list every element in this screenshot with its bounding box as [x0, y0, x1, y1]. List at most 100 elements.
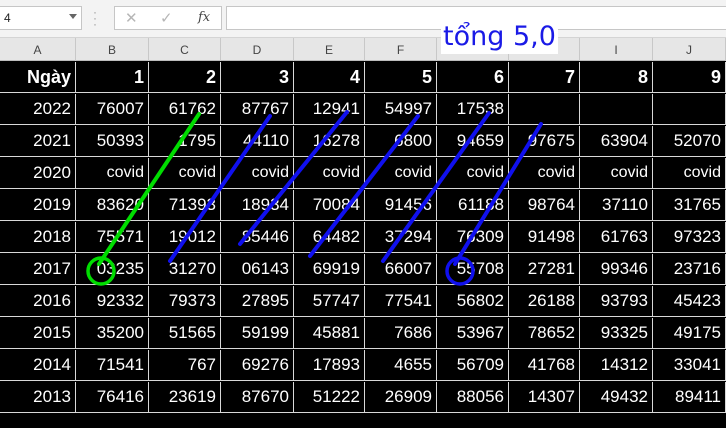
year-cell[interactable]: 2019 — [0, 190, 76, 221]
chevron-down-icon[interactable] — [69, 14, 77, 19]
year-cell[interactable]: 2016 — [0, 286, 76, 317]
value-cell[interactable]: 17893 — [294, 350, 365, 381]
year-cell[interactable]: 2013 — [0, 382, 76, 413]
value-cell[interactable]: 45881 — [294, 318, 365, 349]
value-cell[interactable]: 52070 — [653, 126, 726, 157]
value-cell[interactable]: 85446 — [221, 222, 294, 253]
value-cell[interactable]: 31765 — [653, 190, 726, 221]
header-cell-day[interactable]: 5 — [365, 62, 437, 93]
value-cell[interactable]: 97323 — [653, 222, 726, 253]
year-cell[interactable]: 2021 — [0, 126, 76, 157]
value-cell[interactable]: covid — [509, 158, 580, 189]
value-cell[interactable] — [580, 94, 653, 125]
value-cell[interactable]: 767 — [149, 350, 221, 381]
year-cell[interactable]: 2015 — [0, 318, 76, 349]
value-cell[interactable]: 77541 — [365, 286, 437, 317]
value-cell[interactable]: covid — [437, 158, 509, 189]
column-header-i[interactable]: I — [580, 38, 653, 61]
column-header-e[interactable]: E — [294, 38, 365, 61]
value-cell[interactable]: 57747 — [294, 286, 365, 317]
year-cell[interactable]: 2022 — [0, 94, 76, 125]
value-cell[interactable]: covid — [76, 158, 149, 189]
drag-handle-icon[interactable]: · · · — [92, 6, 98, 30]
header-cell-day[interactable]: 1 — [76, 62, 149, 93]
header-cell-ngay[interactable]: Ngày — [0, 62, 76, 93]
value-cell[interactable] — [509, 94, 580, 125]
value-cell[interactable]: 37294 — [365, 222, 437, 253]
value-cell[interactable]: covid — [365, 158, 437, 189]
value-cell[interactable]: 93325 — [580, 318, 653, 349]
year-cell[interactable]: 2020 — [0, 158, 76, 189]
value-cell[interactable]: 76309 — [437, 222, 509, 253]
year-cell[interactable]: 2018 — [0, 222, 76, 253]
value-cell[interactable]: 50393 — [76, 126, 149, 157]
value-cell[interactable]: 56709 — [437, 350, 509, 381]
value-cell[interactable]: 54997 — [365, 94, 437, 125]
value-cell[interactable]: 1795 — [149, 126, 221, 157]
value-cell[interactable] — [653, 94, 726, 125]
value-cell[interactable]: 51222 — [294, 382, 365, 413]
value-cell[interactable]: 16278 — [294, 126, 365, 157]
value-cell[interactable]: 31270 — [149, 254, 221, 285]
value-cell[interactable]: 51565 — [149, 318, 221, 349]
header-cell-day[interactable]: 3 — [221, 62, 294, 93]
value-cell[interactable]: 06143 — [221, 254, 294, 285]
value-cell[interactable]: 37110 — [580, 190, 653, 221]
value-cell[interactable]: 61762 — [149, 94, 221, 125]
value-cell[interactable]: 76007 — [76, 94, 149, 125]
value-cell[interactable]: 61188 — [437, 190, 509, 221]
value-cell[interactable]: 69276 — [221, 350, 294, 381]
value-cell[interactable]: 99346 — [580, 254, 653, 285]
value-cell[interactable]: 97675 — [509, 126, 580, 157]
value-cell[interactable]: 98764 — [509, 190, 580, 221]
value-cell[interactable]: 27281 — [509, 254, 580, 285]
value-cell[interactable]: 45423 — [653, 286, 726, 317]
value-cell[interactable]: 75571 — [76, 222, 149, 253]
value-cell[interactable]: 87767 — [221, 94, 294, 125]
year-cell[interactable]: 2017 — [0, 254, 76, 285]
column-header-c[interactable]: C — [149, 38, 221, 61]
value-cell[interactable]: 23619 — [149, 382, 221, 413]
header-cell-day[interactable]: 9 — [653, 62, 726, 93]
column-header-d[interactable]: D — [221, 38, 294, 61]
value-cell[interactable]: covid — [653, 158, 726, 189]
value-cell[interactable]: 49432 — [580, 382, 653, 413]
value-cell[interactable]: 83620 — [76, 190, 149, 221]
value-cell[interactable]: 91456 — [365, 190, 437, 221]
value-cell[interactable]: 26188 — [509, 286, 580, 317]
value-cell[interactable]: 78652 — [509, 318, 580, 349]
name-box[interactable]: 4 — [0, 6, 82, 30]
column-header-j[interactable]: J — [653, 38, 726, 61]
value-cell[interactable]: 26909 — [365, 382, 437, 413]
value-cell[interactable]: 14312 — [580, 350, 653, 381]
header-cell-day[interactable]: 8 — [580, 62, 653, 93]
value-cell[interactable]: 18934 — [221, 190, 294, 221]
value-cell[interactable]: 03235 — [76, 254, 149, 285]
value-cell[interactable]: 94659 — [437, 126, 509, 157]
value-cell[interactable]: covid — [221, 158, 294, 189]
value-cell[interactable]: covid — [294, 158, 365, 189]
value-cell[interactable]: 35200 — [76, 318, 149, 349]
value-cell[interactable]: 56802 — [437, 286, 509, 317]
value-cell[interactable]: 91498 — [509, 222, 580, 253]
value-cell[interactable]: covid — [149, 158, 221, 189]
value-cell[interactable]: 92332 — [76, 286, 149, 317]
header-cell-day[interactable]: 6 — [437, 62, 509, 93]
cancel-icon[interactable]: ✕ — [125, 9, 138, 27]
value-cell[interactable]: 71393 — [149, 190, 221, 221]
header-cell-day[interactable]: 4 — [294, 62, 365, 93]
value-cell[interactable]: 64482 — [294, 222, 365, 253]
column-header-f[interactable]: F — [365, 38, 437, 61]
value-cell[interactable]: 53967 — [437, 318, 509, 349]
value-cell[interactable]: 6800 — [365, 126, 437, 157]
value-cell[interactable]: 17538 — [437, 94, 509, 125]
value-cell[interactable]: 69919 — [294, 254, 365, 285]
year-cell[interactable]: 2014 — [0, 350, 76, 381]
value-cell[interactable]: covid — [580, 158, 653, 189]
insert-function-icon[interactable]: fx — [198, 10, 210, 25]
value-cell[interactable]: 49175 — [653, 318, 726, 349]
value-cell[interactable]: 59199 — [221, 318, 294, 349]
value-cell[interactable]: 44110 — [221, 126, 294, 157]
value-cell[interactable]: 14307 — [509, 382, 580, 413]
value-cell[interactable]: 66007 — [365, 254, 437, 285]
